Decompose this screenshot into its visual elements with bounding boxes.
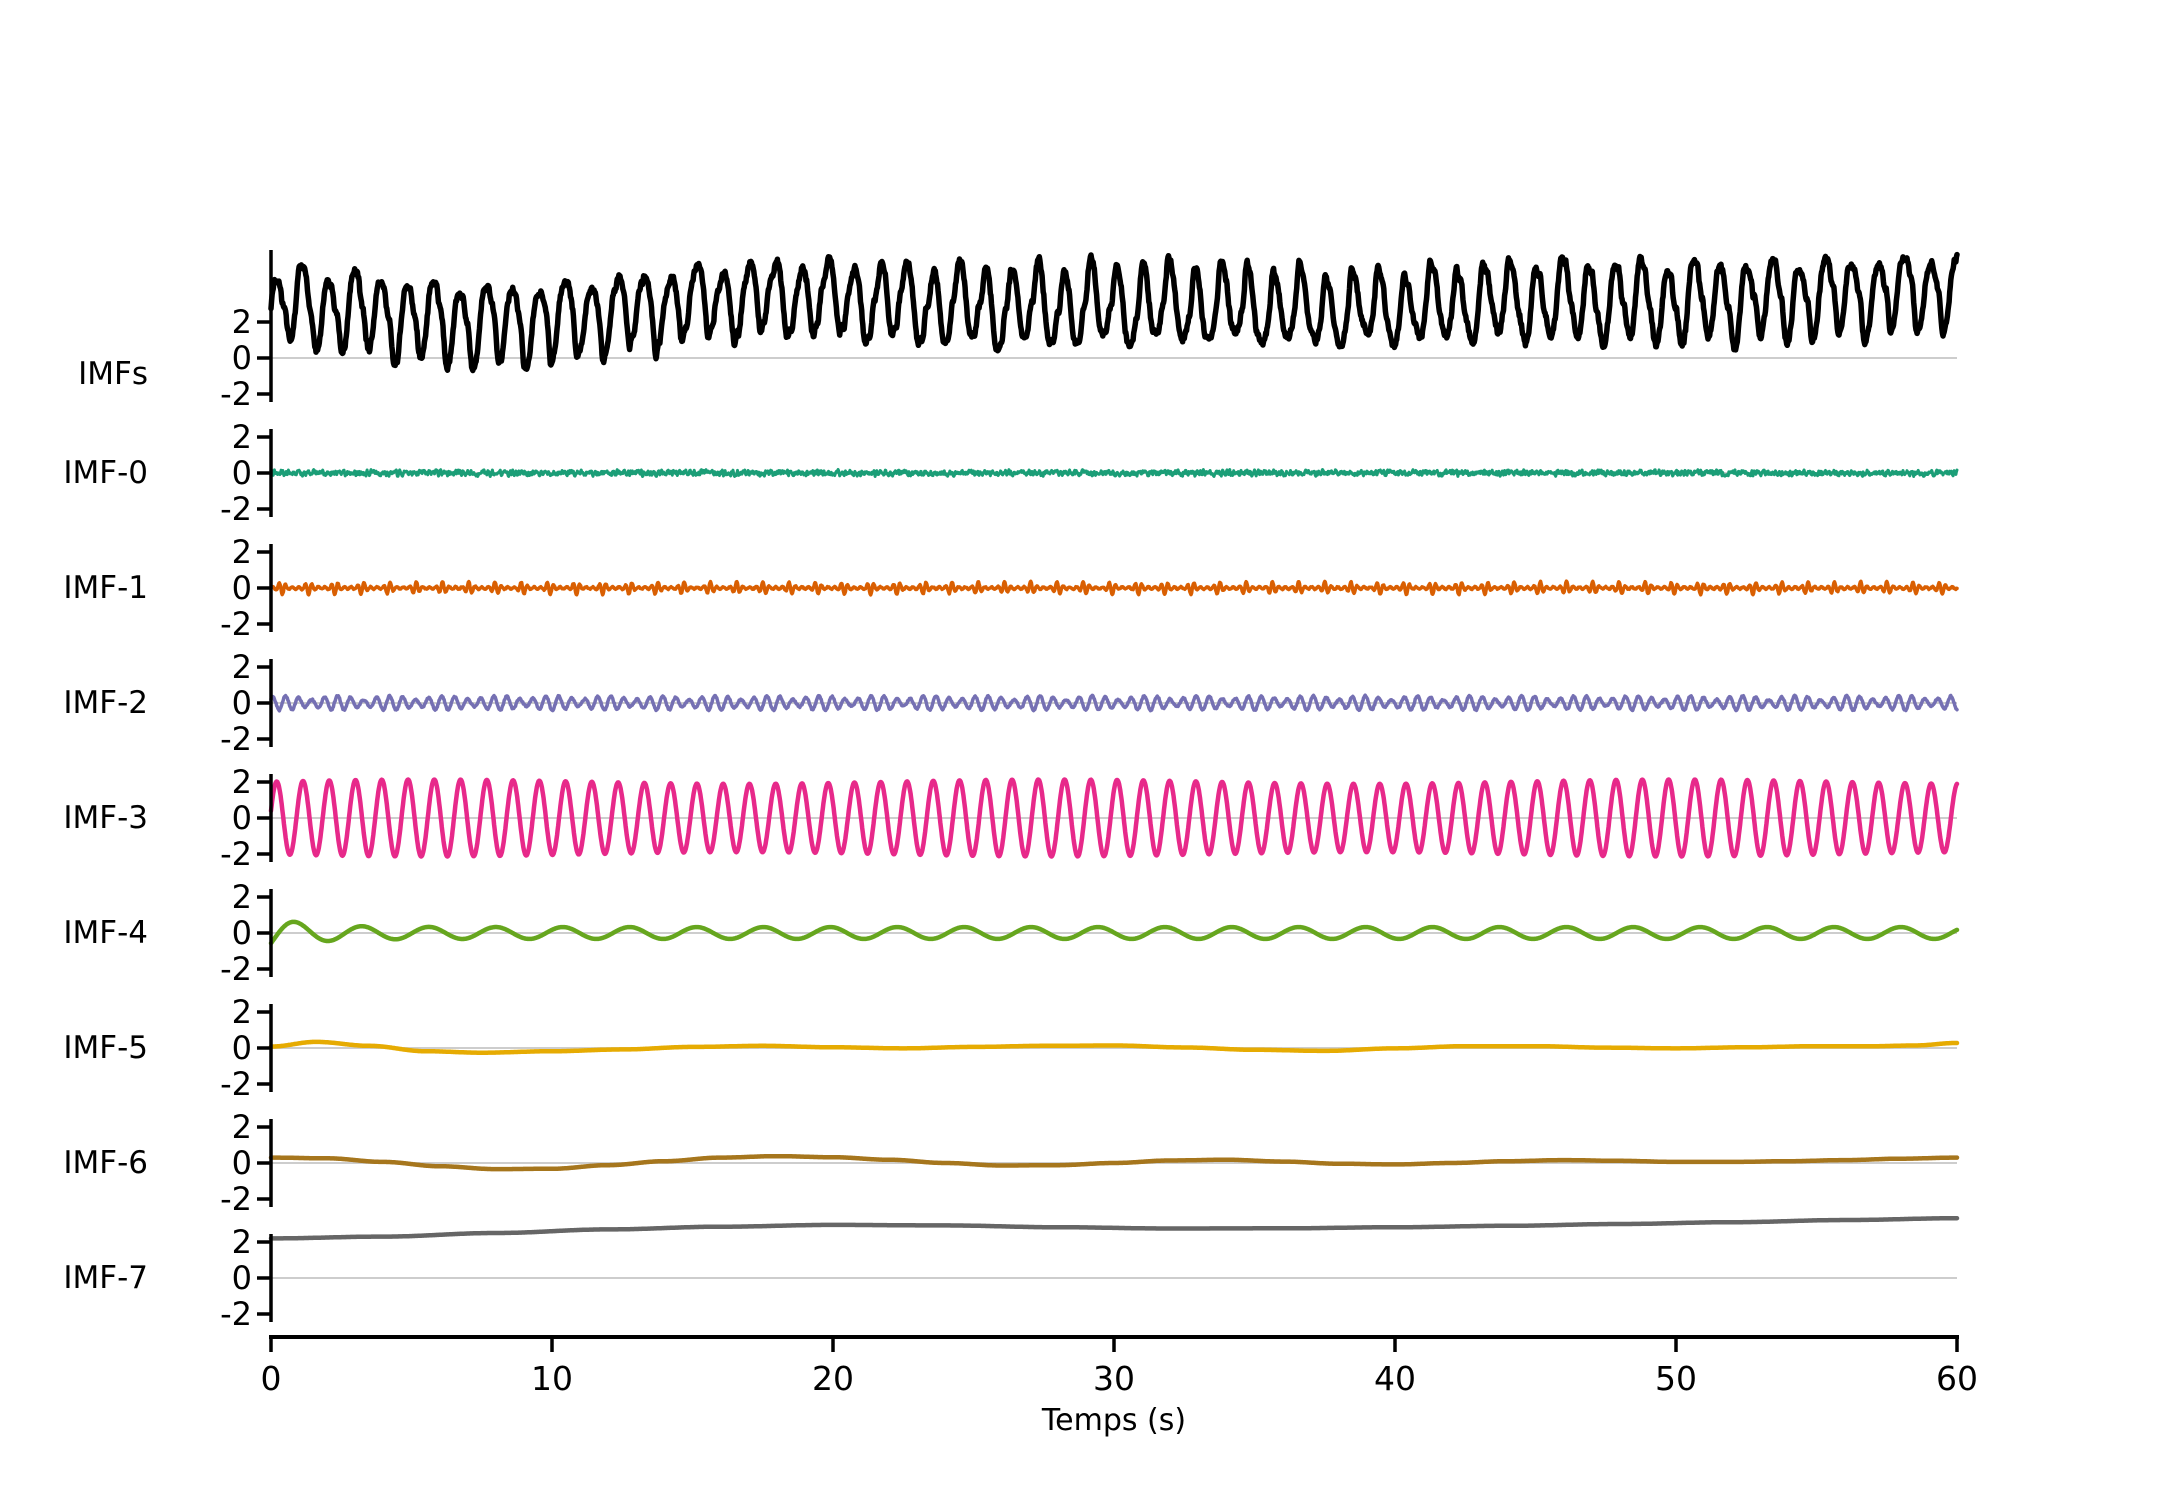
series-imf-1 (271, 581, 1957, 595)
y-tick-label: 0 (152, 338, 252, 378)
x-tick-label: 0 (211, 1359, 331, 1399)
row-label-imf-5: IMF-5 (0, 1027, 148, 1069)
x-tick-label: 40 (1335, 1359, 1455, 1399)
x-tick-label: 20 (773, 1359, 893, 1399)
y-tick-label: 2 (152, 532, 252, 572)
y-tick-label: -2 (152, 1179, 252, 1219)
y-tick-label: -2 (152, 604, 252, 644)
y-tick-label: 0 (152, 1028, 252, 1068)
y-tick-label: 0 (152, 568, 252, 608)
row-label-imf-6: IMF-6 (0, 1142, 148, 1184)
row-label-imf-2: IMF-2 (0, 682, 148, 724)
y-tick-label: 2 (152, 992, 252, 1032)
y-tick-label: -2 (152, 489, 252, 529)
x-tick-label: 30 (1054, 1359, 1174, 1399)
y-tick-label: -2 (152, 719, 252, 759)
y-tick-label: -2 (152, 1064, 252, 1104)
y-tick-label: -2 (152, 834, 252, 874)
series-imfs (271, 255, 1957, 371)
row-label-imfs: IMFs (0, 353, 148, 395)
row-label-imf-0: IMF-0 (0, 452, 148, 494)
row-label-imf-7: IMF-7 (0, 1257, 148, 1299)
x-tick-label: 60 (1897, 1359, 2017, 1399)
row-label-imf-4: IMF-4 (0, 912, 148, 954)
y-tick-label: -2 (152, 374, 252, 414)
imf-decomposition-figure: Temps (s) 20-2IMFs20-2IMF-020-2IMF-120-2… (0, 0, 2175, 1500)
y-tick-label: 0 (152, 683, 252, 723)
y-tick-label: 0 (152, 798, 252, 838)
y-tick-label: 0 (152, 1143, 252, 1183)
y-tick-label: 2 (152, 417, 252, 457)
y-tick-label: 2 (152, 302, 252, 342)
y-tick-label: 0 (152, 1258, 252, 1298)
series-imf-7 (271, 1218, 1957, 1238)
y-tick-label: 0 (152, 913, 252, 953)
row-label-imf-3: IMF-3 (0, 797, 148, 839)
series-imf-0 (271, 470, 1957, 477)
row-label-imf-1: IMF-1 (0, 567, 148, 609)
imf-stacked-plot-canvas (0, 0, 2175, 1500)
y-tick-label: 2 (152, 877, 252, 917)
y-tick-label: 0 (152, 453, 252, 493)
y-tick-label: 2 (152, 762, 252, 802)
y-tick-label: -2 (152, 949, 252, 989)
y-tick-label: 2 (152, 647, 252, 687)
x-axis-title: Temps (s) (904, 1402, 1324, 1440)
x-tick-label: 50 (1616, 1359, 1736, 1399)
y-tick-label: -2 (152, 1294, 252, 1334)
y-tick-label: 2 (152, 1222, 252, 1262)
x-tick-label: 10 (492, 1359, 612, 1399)
y-tick-label: 2 (152, 1107, 252, 1147)
